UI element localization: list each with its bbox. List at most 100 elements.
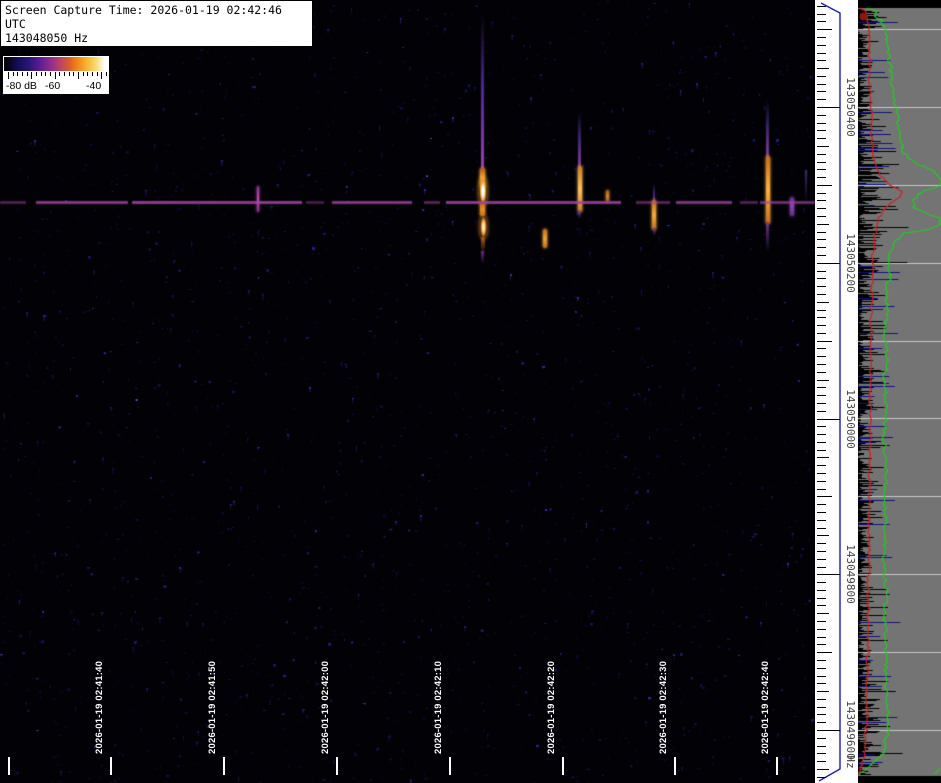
time-tick <box>776 757 778 775</box>
frequency-tick <box>817 550 826 552</box>
center-frequency-text: 143048050 Hz <box>5 31 89 45</box>
frequency-tick <box>817 714 826 716</box>
frequency-tick <box>817 722 826 724</box>
frequency-tick <box>817 730 840 731</box>
frequency-tick <box>817 449 826 451</box>
frequency-tick <box>817 605 826 607</box>
colorbar-tick <box>101 72 103 79</box>
frequency-tick <box>817 293 826 295</box>
frequency-tick <box>817 153 826 155</box>
frequency-tick <box>817 379 829 381</box>
frequency-tick <box>817 410 826 412</box>
frequency-tick <box>817 636 826 638</box>
frequency-tick <box>817 465 826 467</box>
signal-streak <box>480 14 484 172</box>
capture-time-text: Screen Capture Time: 2026-01-19 02:42:46… <box>5 3 282 31</box>
signal-streak <box>542 229 547 248</box>
colorbar-tick <box>63 72 65 76</box>
signal-streak <box>578 112 581 168</box>
colorbar-tick <box>87 72 89 76</box>
frequency-tick <box>817 325 826 326</box>
frequency-tick <box>817 597 826 599</box>
frequency-tick <box>817 582 826 583</box>
colorbar-tick <box>59 72 61 76</box>
signal-streak <box>652 200 656 230</box>
frequency-tick <box>817 348 826 350</box>
frequency-tick <box>817 68 829 70</box>
frequency-tick <box>817 535 829 537</box>
frequency-tick <box>817 613 829 615</box>
signal-streak <box>578 210 581 219</box>
colorbar-tick <box>73 72 75 76</box>
frequency-tick <box>817 402 826 404</box>
frequency-tick <box>817 75 826 77</box>
frequency-tick <box>817 543 826 545</box>
frequency-label: 143050400 <box>844 77 857 137</box>
capture-info-box: Screen Capture Time: 2026-01-19 02:42:46… <box>0 0 313 59</box>
frequency-tick <box>817 395 826 397</box>
frequency-tick <box>817 776 826 778</box>
carrier-line-segment <box>424 201 440 204</box>
colorbar-label-minus40: -40 <box>86 80 102 92</box>
frequency-tick <box>817 301 829 303</box>
time-tick <box>336 757 338 775</box>
frequency-tick <box>817 652 832 654</box>
frequency-tick <box>817 434 826 436</box>
time-tick <box>562 757 564 775</box>
spectrum-side-panel[interactable] <box>858 0 941 783</box>
spectrogram-waterfall[interactable]: 2026-01-19 02:41:30 2026-01-19 02:41:40 20… <box>0 0 815 783</box>
frequency-tick <box>817 371 826 373</box>
frequency-tick <box>817 184 832 186</box>
frequency-tick <box>817 255 826 256</box>
time-label: 2026-01-19 02:42:00 <box>320 660 331 754</box>
frequency-tick <box>817 356 826 358</box>
frequency-tick <box>817 278 826 280</box>
frequency-tick <box>817 177 826 179</box>
frequency-tick <box>817 107 840 108</box>
frequency-tick <box>817 161 826 163</box>
color-gradient-bar <box>4 57 108 71</box>
frequency-label: 143049800 <box>844 544 857 605</box>
frequency-tick <box>817 223 829 225</box>
frequency-tick <box>817 309 826 311</box>
signal-streak <box>789 197 794 216</box>
time-label: 2026-01-19 02:42:40 <box>760 660 771 754</box>
analyzer-window: 2026-01-19 02:41:30 2026-01-19 02:41:40 20… <box>0 0 941 783</box>
frequency-tick <box>817 169 826 171</box>
colorbar-tick <box>82 72 84 76</box>
frequency-tick <box>817 192 826 194</box>
signal-streak <box>479 215 487 239</box>
color-scale-legend: -80 dB -60 -40 <box>3 56 109 94</box>
time-tick <box>223 757 225 775</box>
colorbar-tick <box>45 72 47 76</box>
frequency-tick <box>817 36 826 38</box>
frequency-tick <box>817 737 826 739</box>
carrier-line-segment <box>636 201 670 204</box>
colorbar-label-minus80: -80 dB <box>6 80 37 92</box>
spectrum-traces-canvas <box>858 0 941 783</box>
carrier-line-segment <box>760 201 815 204</box>
frequency-tick <box>817 216 826 217</box>
time-label: 2026-01-19 02:41:30 <box>0 660 3 754</box>
time-tick <box>8 757 10 775</box>
carrier-line-segment <box>36 201 128 204</box>
frequency-tick <box>817 364 826 365</box>
carrier-line-segment <box>132 201 302 204</box>
frequency-ruler[interactable]: 143050400 143050200 143050000 143049800 1430… <box>815 0 858 783</box>
signal-streak <box>766 100 769 158</box>
frequency-tick <box>817 114 826 116</box>
frequency-tick <box>817 504 826 506</box>
colorbar-tick <box>91 72 93 76</box>
carrier-line-segment <box>676 201 732 204</box>
frequency-tick <box>817 558 826 560</box>
frequency-tick <box>817 698 826 700</box>
frequency-tick <box>817 138 826 140</box>
time-label: 2026-01-19 02:41:50 <box>207 660 218 754</box>
frequency-tick <box>817 99 826 101</box>
frequency-tick <box>817 473 826 474</box>
colorbar-tick <box>8 72 9 79</box>
frequency-tick <box>817 761 826 763</box>
time-label: 2026-01-19 02:42:10 <box>433 660 444 754</box>
frequency-tick <box>817 208 826 210</box>
frequency-tick <box>817 675 826 677</box>
